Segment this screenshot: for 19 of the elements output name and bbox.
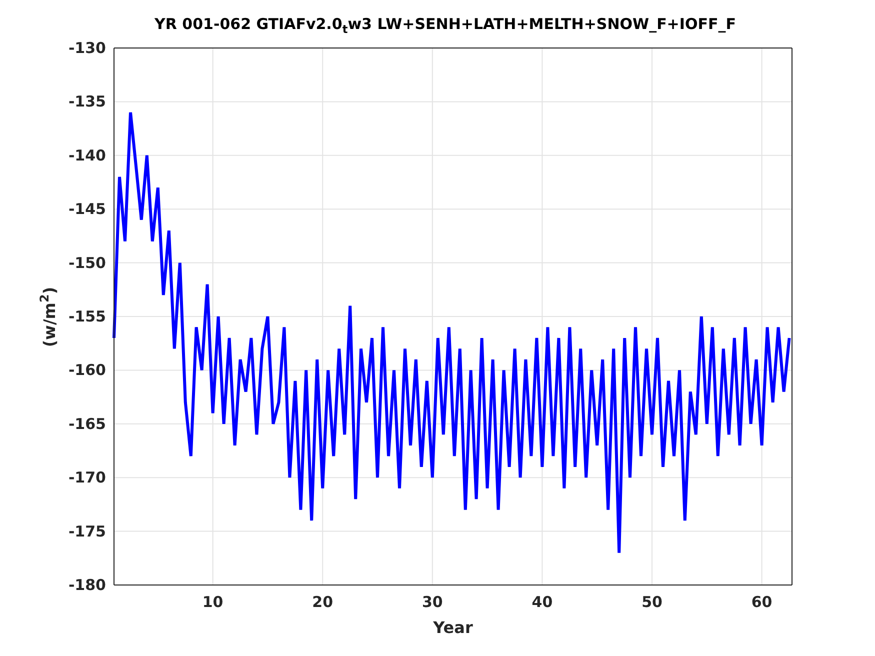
tick-label: 20	[312, 593, 334, 611]
x-axis-label: Year	[433, 618, 473, 637]
tick-label: -180	[68, 576, 106, 594]
tick-label: 10	[202, 593, 224, 611]
tick-label: -165	[68, 414, 106, 433]
tick-label: -155	[68, 308, 106, 326]
tick-label: 30	[422, 593, 443, 611]
chart-title: YR 001-062 GTIAFv2.0$_{t}$w3 LW+SENH+LATH+MELTH+SNOW_F+IOFF_F	[154, 15, 736, 33]
tick-label: -160	[68, 361, 106, 380]
tick-label: -150	[68, 254, 106, 272]
tick-label: -175	[68, 522, 106, 540]
tick-label: -130	[68, 39, 106, 57]
tick-label: 40	[532, 593, 553, 611]
tick-label: -145	[68, 200, 106, 218]
tick-label: -135	[68, 92, 106, 111]
tick-label: 50	[642, 593, 662, 611]
tick-label: -170	[68, 468, 106, 487]
tick-label: 60	[751, 593, 772, 611]
tick-label: -140	[68, 146, 106, 164]
